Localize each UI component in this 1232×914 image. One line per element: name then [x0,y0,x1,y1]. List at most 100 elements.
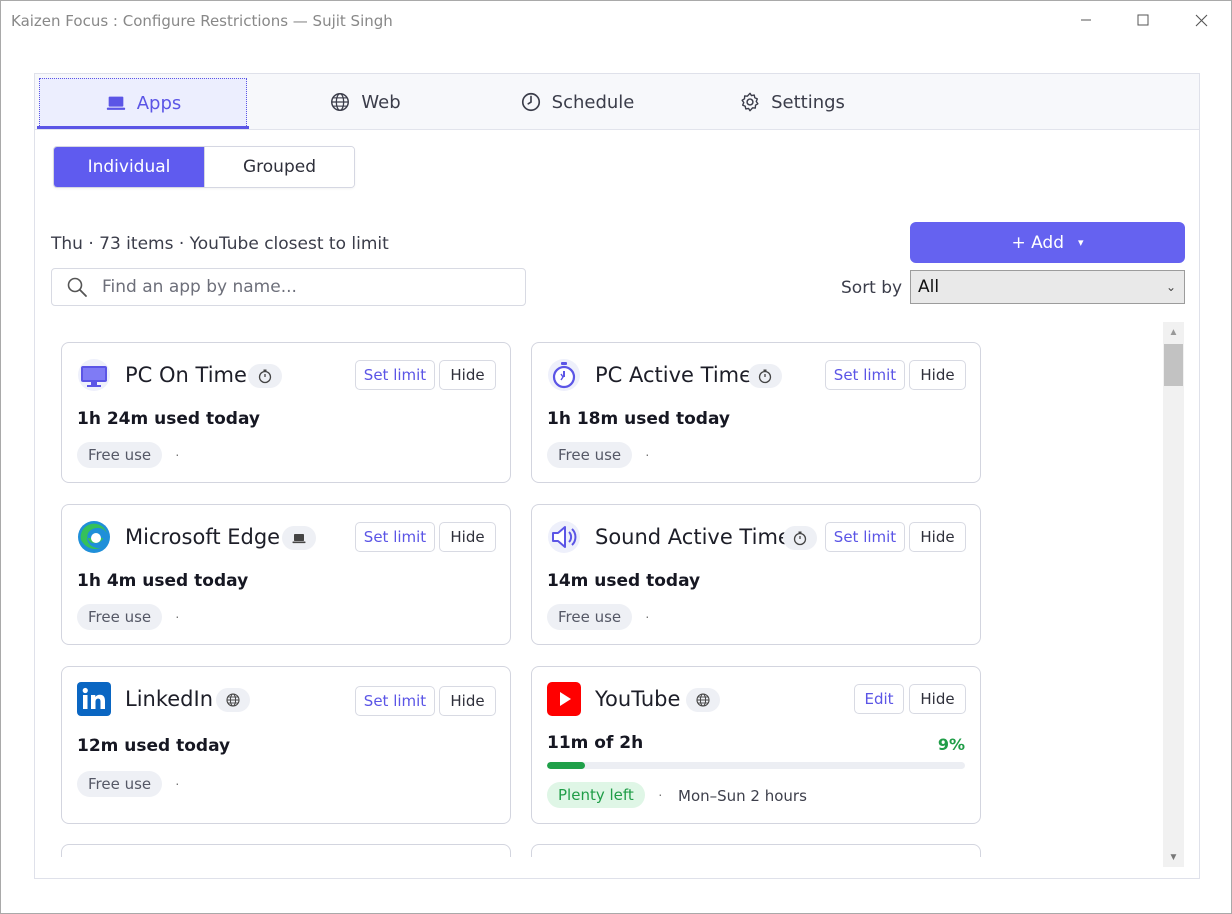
add-button-label: + Add [1011,232,1065,253]
globe-icon [216,688,250,712]
scroll-up-arrow-icon[interactable]: ▲ [1163,322,1184,342]
status-badge: Free use [77,442,163,468]
globe-icon [686,688,720,712]
globe-icon [331,93,350,111]
separator-dot: · [645,446,650,462]
individual-toggle-button[interactable]: Individual [54,147,204,187]
laptop-icon [106,96,125,110]
app-card [61,844,511,857]
usage-progress-fill [547,762,585,769]
main-panel: Apps Web Schedule Settings Individual Gr… [34,73,1200,879]
edge-icon [77,520,111,554]
apps-list: PC On Time Set limit Hide 1h 24m used to… [51,322,1181,857]
window-title: Kaizen Focus : Configure Restrictions — … [11,12,393,30]
tab-web[interactable]: Web [295,74,435,130]
minimize-button[interactable] [1057,1,1115,39]
stopwatch-icon [248,364,282,388]
monitor-icon [77,358,111,392]
scroll-down-arrow-icon[interactable]: ▼ [1163,847,1184,867]
app-name: LinkedIn [125,687,214,711]
caret-down-icon: ▾ [1078,236,1084,249]
grouped-toggle-button[interactable]: Grouped [204,147,354,187]
tab-settings-label: Settings [771,91,845,113]
vertical-scrollbar[interactable]: ▲ ▼ [1163,322,1184,867]
tab-apps[interactable]: Apps [39,78,247,128]
app-card: PC Active Time Set limit Hide 1h 18m use… [531,342,981,483]
separator-dot: · [175,608,180,624]
set-limit-button[interactable]: Set limit [355,686,435,716]
active-tab-indicator [37,126,249,129]
tab-apps-label: Apps [136,92,182,114]
tab-settings[interactable]: Settings [717,74,867,130]
app-name: Microsoft Edge [125,525,281,549]
summary-text: Thu · 73 items · YouTube closest to limi… [51,234,389,254]
status-badge: Free use [547,442,633,468]
app-card: YouTube Edit Hide 11m of 2h 9% Plenty le… [531,666,981,824]
title-bar: Kaizen Focus : Configure Restrictions — … [1,1,1231,41]
hide-button[interactable]: Hide [439,522,496,552]
view-toggle: Individual Grouped [53,146,355,188]
schedule-text: Mon–Sun 2 hours [678,787,807,805]
app-card: LinkedIn Set limit Hide 12m used today F… [61,666,511,824]
clock-icon [521,92,540,112]
usage-text: 14m used today [547,571,701,591]
usage-text: 1h 24m used today [77,409,260,429]
maximize-icon [1137,14,1149,26]
app-name: Sound Active Time [595,525,791,549]
minimize-icon [1081,19,1091,21]
gear-icon [741,92,759,112]
youtube-icon [547,682,581,716]
usage-text: 12m used today [77,736,231,756]
stopwatch-icon [748,364,782,388]
app-name: PC On Time [125,363,247,387]
app-card: PC On Time Set limit Hide 1h 24m used to… [61,342,511,483]
sort-dropdown[interactable]: All ⌄ [910,270,1185,304]
status-badge: Free use [77,604,163,630]
scrollbar-thumb[interactable] [1164,344,1183,386]
hide-button[interactable]: Hide [439,360,496,390]
tab-web-label: Web [361,91,401,113]
status-badge: Free use [77,771,163,797]
tab-bar: Apps Web Schedule Settings [35,74,1199,130]
app-card: Sound Active Time Set limit Hide 14m use… [531,504,981,645]
search-input[interactable] [102,277,502,297]
linkedin-icon [77,682,111,716]
tab-schedule[interactable]: Schedule [497,74,657,130]
add-button[interactable]: + Add ▾ [910,222,1185,263]
usage-progress-bar [547,762,965,769]
set-limit-button[interactable]: Set limit [355,360,435,390]
sort-value: All [918,277,940,297]
laptop-icon [282,526,316,550]
usage-text: 1h 4m used today [77,571,249,591]
set-limit-button[interactable]: Set limit [825,522,905,552]
hide-button[interactable]: Hide [909,360,966,390]
chevron-down-icon: ⌄ [1165,280,1176,294]
search-icon [67,277,87,297]
search-box [51,268,526,306]
usage-percent: 9% [937,735,965,754]
app-name: YouTube [595,687,681,711]
close-icon [1195,14,1207,26]
app-card [531,844,981,857]
sort-label: Sort by [841,278,903,298]
usage-text: 1h 18m used today [547,409,730,429]
separator-dot: · [175,775,180,791]
separator-dot: · [175,446,180,462]
status-badge: Free use [547,604,633,630]
edit-button[interactable]: Edit [854,684,904,714]
hide-button[interactable]: Hide [909,684,966,714]
app-window: Kaizen Focus : Configure Restrictions — … [0,0,1232,914]
separator-dot: · [645,608,650,624]
app-card: Microsoft Edge Set limit Hide 1h 4m used… [61,504,511,645]
stopwatch-icon [783,526,817,550]
close-button[interactable] [1172,1,1230,39]
app-name: PC Active Time [595,363,753,387]
hide-button[interactable]: Hide [439,686,496,716]
hide-button[interactable]: Hide [909,522,966,552]
separator-dot: · [658,786,663,802]
stopwatch-icon [547,358,581,392]
speaker-icon [547,520,581,554]
set-limit-button[interactable]: Set limit [355,522,435,552]
maximize-button[interactable] [1114,1,1172,39]
set-limit-button[interactable]: Set limit [825,360,905,390]
